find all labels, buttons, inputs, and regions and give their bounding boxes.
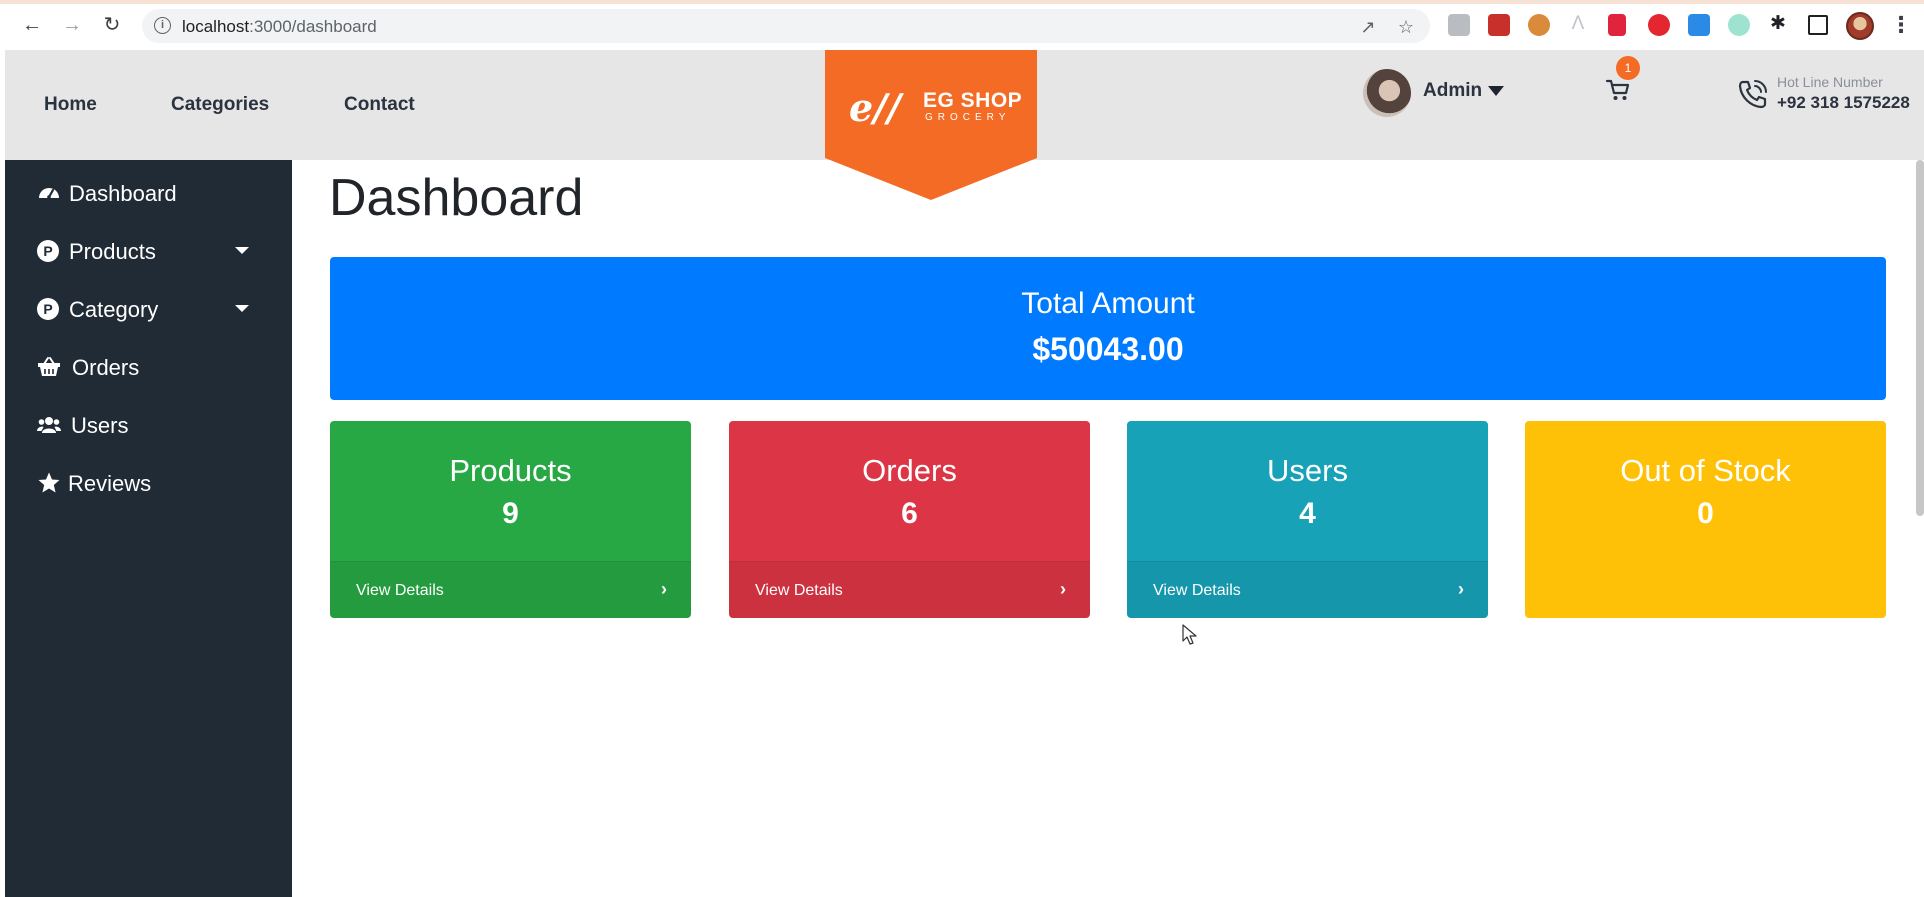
cart-count-badge[interactable]: 1 (1616, 56, 1640, 80)
mouse-cursor-icon (1182, 624, 1197, 645)
products-view-details-link[interactable]: View Details › (330, 561, 691, 618)
sidebar-item-users[interactable]: Users (5, 404, 292, 446)
sidebar: Dashboard P Products P Category Orders U… (5, 160, 292, 897)
sidebar-item-reviews[interactable]: Reviews (5, 462, 292, 504)
sidebar-item-label: Dashboard (69, 181, 177, 206)
sidebar-item-label: Category (69, 297, 159, 322)
nav-categories[interactable]: Categories (171, 94, 269, 116)
card-value: 9 (502, 497, 519, 530)
cookie-extension-icon[interactable] (1528, 14, 1550, 36)
view-details-label: View Details (356, 582, 444, 599)
cart-icon[interactable] (1605, 78, 1631, 102)
opera-extension-icon[interactable] (1648, 14, 1670, 36)
logo-subtitle: GROCERY (925, 112, 1011, 123)
category-p-icon: P (37, 298, 59, 320)
phone-icon (1738, 80, 1767, 109)
sidebar-item-label: Reviews (68, 471, 152, 496)
side-panel-icon[interactable] (1808, 15, 1828, 35)
orders-card: Orders 6 View Details › (729, 421, 1090, 618)
lock-extension-icon[interactable] (1608, 14, 1626, 36)
caret-down-icon[interactable] (235, 247, 249, 254)
out-of-stock-card: Out of Stock 0 (1525, 421, 1886, 618)
view-details-label: View Details (755, 582, 843, 599)
bookmark-star-icon[interactable]: ☆ (1396, 17, 1416, 37)
card-label: Users (1267, 453, 1348, 488)
total-amount-label: Total Amount (1021, 287, 1195, 320)
users-view-details-link[interactable]: View Details › (1127, 561, 1488, 618)
star-icon (38, 472, 60, 493)
url-host: localhost (182, 17, 250, 36)
logo-mark: e∕∕ (849, 85, 901, 130)
product-p-icon: P (37, 240, 59, 262)
extension-gray-icon[interactable] (1448, 14, 1470, 36)
tachometer-icon (39, 188, 59, 199)
chevron-right-icon: › (1458, 579, 1464, 599)
profile-avatar[interactable] (1846, 12, 1874, 40)
nav-home[interactable]: Home (44, 94, 97, 116)
sidebar-item-label: Users (71, 413, 129, 438)
page-scrollbar[interactable] (1916, 160, 1924, 516)
sidebar-item-label: Orders (72, 355, 140, 380)
users-card: Users 4 View Details › (1127, 421, 1488, 618)
card-label: Out of Stock (1620, 453, 1791, 488)
card-value: 4 (1299, 497, 1316, 530)
url-path: :3000/dashboard (249, 17, 377, 36)
puzzle-extensions-icon[interactable]: ✱ (1766, 12, 1790, 36)
site-info-icon[interactable]: i (154, 17, 171, 34)
products-card: Products 9 View Details › (330, 421, 691, 618)
site-logo[interactable]: e∕∕ EG SHOP GROCERY (825, 50, 1037, 200)
chevron-right-icon: › (1060, 579, 1066, 599)
share-icon[interactable]: ↗ (1358, 17, 1378, 37)
browser-menu-icon[interactable]: ⋮ (1890, 12, 1912, 38)
app-window: ← → ↻ i localhost:3000/dashboard ↗ ☆ Λ ✱… (0, 0, 1924, 897)
download-extension-icon[interactable] (1688, 14, 1710, 36)
total-amount-value: $50043.00 (1032, 331, 1184, 367)
view-details-label: View Details (1153, 582, 1241, 599)
page-title: Dashboard (329, 169, 584, 227)
caret-down-icon[interactable] (1488, 86, 1504, 96)
sidebar-item-dashboard[interactable]: Dashboard (5, 172, 292, 214)
sidebar-item-orders[interactable]: Orders (5, 346, 292, 388)
reload-icon[interactable]: ↻ (100, 13, 124, 37)
back-arrow-icon[interactable]: ← (20, 13, 44, 37)
hotline-number[interactable]: +92 318 1575228 (1777, 93, 1910, 113)
logo-title: EG SHOP (923, 89, 1023, 112)
forward-arrow-icon[interactable]: → (60, 13, 84, 37)
extension-a-icon[interactable]: Λ (1566, 12, 1590, 36)
orders-view-details-link[interactable]: View Details › (729, 561, 1090, 618)
browser-tab-strip (0, 0, 1924, 4)
total-amount-card: Total Amount $50043.00 (330, 257, 1886, 400)
sidebar-item-label: Products (69, 239, 156, 264)
hotline-label: Hot Line Number (1777, 74, 1883, 90)
card-value: 0 (1697, 497, 1714, 530)
card-label: Orders (862, 453, 957, 488)
nav-contact[interactable]: Contact (344, 94, 415, 116)
url-text[interactable]: localhost:3000/dashboard (182, 17, 377, 37)
extension-teal-icon[interactable] (1728, 14, 1750, 36)
extension-red-icon[interactable] (1488, 14, 1510, 36)
card-label: Products (449, 453, 572, 488)
admin-menu-label[interactable]: Admin (1423, 80, 1482, 102)
users-icon (37, 417, 61, 433)
browser-toolbar: ← → ↻ i localhost:3000/dashboard ↗ ☆ Λ ✱… (0, 0, 1924, 50)
sidebar-item-products[interactable]: P Products (5, 230, 292, 272)
caret-down-icon[interactable] (235, 305, 249, 312)
admin-avatar[interactable] (1363, 69, 1411, 117)
address-bar[interactable]: i localhost:3000/dashboard ↗ ☆ (142, 9, 1430, 43)
sidebar-item-category[interactable]: P Category (5, 288, 292, 330)
card-value: 6 (901, 497, 918, 530)
chevron-right-icon: › (661, 579, 667, 599)
basket-icon (38, 357, 60, 376)
